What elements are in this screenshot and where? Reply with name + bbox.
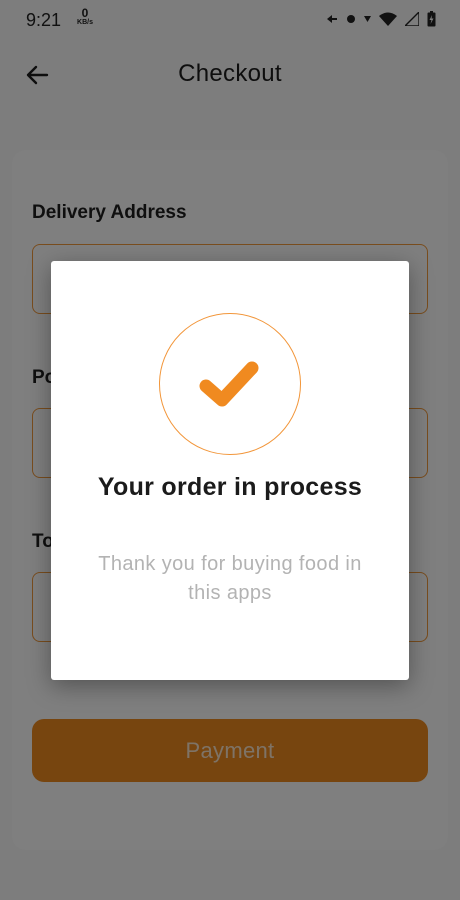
checkmark-icon	[199, 361, 259, 407]
success-circle	[159, 313, 301, 455]
dialog-message: Thank you for buying food in this apps	[98, 553, 362, 604]
order-success-dialog: Your order in process Thank you for buyi…	[51, 261, 409, 680]
dialog-title: Your order in process	[97, 473, 363, 501]
checkout-screen: 9:21 0 KB/s Checkout Delivery Address Po…	[0, 0, 460, 900]
